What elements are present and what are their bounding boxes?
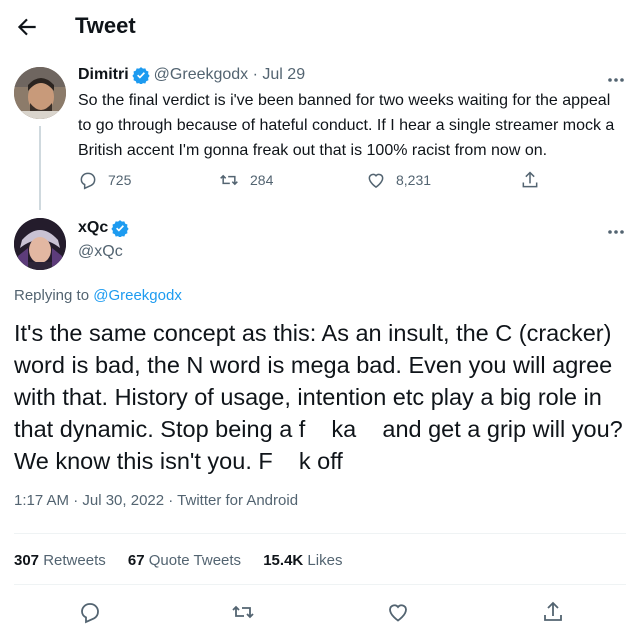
retweet-icon (220, 174, 238, 186)
reply-count: 725 (108, 172, 132, 188)
page-title: Tweet (75, 13, 136, 38)
parent-tweet-actions: 725 284 8,231 (78, 170, 548, 194)
display-name[interactable]: Dimitri (78, 66, 129, 84)
display-name[interactable]: xQc (78, 219, 108, 237)
quote-tweets-stat[interactable]: 67 Quote Tweets (128, 552, 241, 569)
retweets-label: Retweets (43, 552, 106, 569)
handle[interactable]: @xQc (78, 243, 129, 261)
main-tweet-text: It's the same concept as this: As an ins… (14, 320, 630, 474)
likes-stat[interactable]: 15.4K Likes (263, 552, 342, 569)
quote-tweets-count: 67 (127, 552, 145, 569)
retweets-stat[interactable]: 307 Retweets (14, 552, 106, 569)
avatar[interactable] (14, 218, 66, 270)
back-button[interactable] (14, 14, 40, 40)
reply-icon (80, 172, 96, 190)
more-icon[interactable] (606, 228, 626, 236)
top-bar: Tweet (0, 0, 640, 52)
divider (14, 584, 626, 585)
replying-prefix: Replying to (14, 287, 90, 304)
main-tweet-actions (0, 600, 640, 626)
retweets-count: 307 (14, 552, 40, 569)
share-icon[interactable] (541, 600, 565, 624)
avatar-image (14, 67, 66, 119)
like-count: 8,231 (396, 172, 432, 188)
reply-icon[interactable] (78, 600, 102, 624)
more-icon[interactable] (606, 76, 626, 84)
parent-tweet-text: So the final verdict is i've been banned… (78, 92, 615, 159)
tweet-timestamp[interactable]: 1:17 AM · Jul 30, 2022 · Twitter for And… (14, 492, 298, 509)
quote-tweets-label: Quote Tweets (148, 552, 242, 569)
parent-tweet[interactable]: Dimitri @Greekgodx · Jul 29 So the final… (78, 66, 628, 163)
like-icon (368, 173, 384, 188)
avatar[interactable] (14, 67, 66, 119)
like-icon[interactable] (386, 600, 410, 624)
share-icon (522, 171, 538, 188)
main-tweet-author: xQc @xQc (78, 219, 129, 261)
handle-date[interactable]: @Greekgodx · Jul 29 (154, 66, 305, 84)
replying-to-link[interactable]: @Greekgodx (93, 287, 182, 304)
reply-button[interactable]: 725 (78, 170, 131, 190)
engagement-stats: 307 Retweets 67 Quote Tweets 15.4K Likes (14, 552, 360, 569)
like-button[interactable]: 8,231 (366, 170, 431, 190)
replying-to: Replying to @Greekgodx (14, 287, 182, 304)
share-button[interactable] (520, 170, 550, 190)
parent-tweet-header: Dimitri @Greekgodx · Jul 29 (78, 66, 628, 84)
retweet-count: 284 (250, 172, 274, 188)
retweet-button[interactable]: 284 (218, 170, 273, 190)
divider (14, 533, 626, 534)
likes-label: Likes (307, 552, 343, 569)
verified-badge-icon (111, 220, 129, 237)
back-arrow-icon (17, 18, 36, 36)
avatar-image (14, 218, 66, 270)
thread-connector (39, 126, 41, 210)
likes-count: 15.4K (263, 552, 304, 569)
verified-badge-icon (132, 67, 150, 84)
retweet-icon[interactable] (230, 600, 256, 624)
